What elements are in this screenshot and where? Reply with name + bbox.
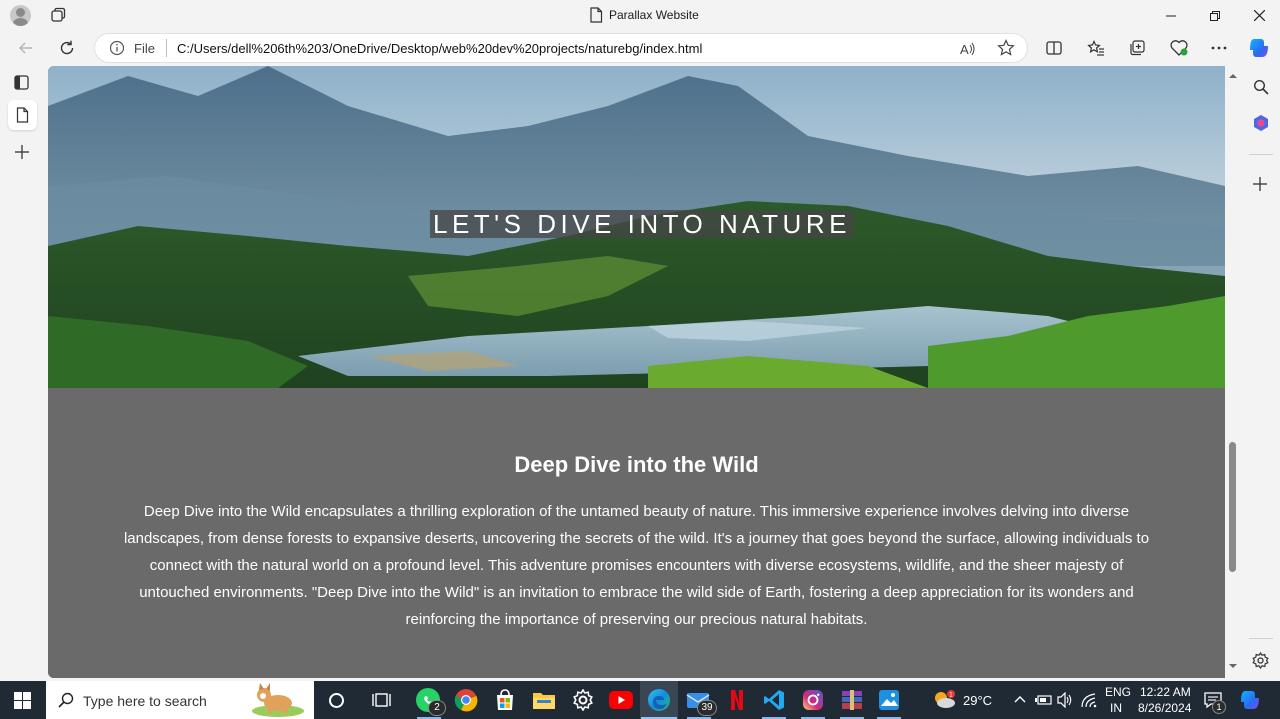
refresh-icon <box>60 40 74 55</box>
settings-gear-icon[interactable] <box>1252 652 1269 669</box>
heart-pulse-icon <box>1170 40 1188 56</box>
address-bar[interactable]: File C:/Users/dell%206th%203/OneDrive/De… <box>94 33 1028 63</box>
clock-time[interactable]: 12:22 AM <box>1140 685 1191 699</box>
refresh-button[interactable] <box>53 34 81 62</box>
close-icon <box>1253 10 1265 21</box>
back-arrow-icon <box>19 42 32 54</box>
section-paragraph: Deep Dive into the Wild encapsulates a t… <box>123 503 1150 628</box>
navigation-bar: File C:/Users/dell%206th%203/OneDrive/De… <box>0 31 1280 65</box>
close-button[interactable] <box>1236 0 1280 31</box>
page-viewport: LET'S DIVE INTO NATURE Deep Dive into th… <box>48 66 1225 678</box>
sidebar-divider-bottom <box>1249 638 1273 639</box>
search-icon[interactable] <box>1253 79 1269 95</box>
split-screen-icon <box>1046 41 1062 55</box>
add-sidebar-app-icon[interactable] <box>1253 177 1267 191</box>
taskbar-search-icon <box>58 692 74 708</box>
right-sidebar <box>1241 65 1280 681</box>
svg-text:A: A <box>960 42 969 57</box>
hero-title: LET'S DIVE INTO NATURE <box>430 210 854 238</box>
sidebar-divider <box>1249 154 1273 155</box>
content-section: Deep Dive into the Wild Deep Dive into t… <box>48 388 1225 678</box>
volume-icon[interactable] <box>1056 692 1074 708</box>
copilot-taskbar-icon[interactable] <box>1239 689 1261 711</box>
vertical-tab-strip <box>0 65 44 681</box>
edge-icon[interactable] <box>647 688 671 712</box>
window-title: Parallax Website <box>589 7 699 23</box>
restore-icon <box>1210 10 1220 21</box>
active-tab[interactable] <box>8 100 37 130</box>
ellipsis-icon <box>1211 46 1227 50</box>
collections-icon <box>1130 40 1145 56</box>
show-hidden-icons-chevron-icon[interactable] <box>1014 695 1026 703</box>
office-apps-icon[interactable] <box>1252 114 1270 132</box>
window-title-text: Parallax Website <box>609 8 699 22</box>
section-heading: Deep Dive into the Wild <box>514 452 759 477</box>
vscode-icon[interactable] <box>763 689 785 711</box>
vertical-scrollbar[interactable] <box>1225 66 1241 678</box>
new-tab-plus-icon[interactable] <box>15 145 29 159</box>
winrar-icon[interactable] <box>840 689 864 711</box>
corgi-search-highlight-icon <box>252 683 304 717</box>
netflix-icon[interactable] <box>729 689 745 711</box>
title-bar: Parallax Website <box>0 0 1280 31</box>
minimize-icon <box>1166 15 1176 16</box>
page-document-icon <box>590 7 603 23</box>
workspaces-icon[interactable] <box>50 7 66 23</box>
hero-section: LET'S DIVE INTO NATURE <box>48 66 1225 388</box>
back-button[interactable] <box>12 34 40 62</box>
language-code[interactable]: ENG <box>1105 685 1131 699</box>
browser-essentials-button[interactable] <box>1166 35 1192 61</box>
chrome-icon[interactable] <box>454 688 478 712</box>
photos-icon[interactable] <box>878 689 900 711</box>
microsoft-store-icon[interactable] <box>493 688 517 712</box>
instagram-icon[interactable] <box>802 689 824 711</box>
wifi-icon[interactable] <box>1080 692 1098 708</box>
battery-icon[interactable] <box>1034 693 1052 707</box>
task-view-icon[interactable] <box>372 691 391 709</box>
address-divider <box>166 39 167 57</box>
taskbar-search-placeholder[interactable]: Type here to search <box>83 693 207 709</box>
windows-taskbar: Type here to search 2 39 1 29°C ENG IN 1… <box>0 681 1280 719</box>
scroll-down-arrow-icon[interactable] <box>1228 662 1238 670</box>
cortana-icon[interactable] <box>328 692 345 709</box>
split-screen-button[interactable] <box>1041 35 1067 61</box>
copilot-icon <box>1250 39 1268 57</box>
file-explorer-icon[interactable] <box>532 689 556 711</box>
info-icon[interactable] <box>109 40 125 56</box>
copilot-button[interactable] <box>1246 35 1272 61</box>
favorites-button[interactable] <box>1083 35 1109 61</box>
restore-button[interactable] <box>1192 0 1238 31</box>
clock-date[interactable]: 8/26/2024 <box>1138 701 1191 715</box>
page-tab-icon <box>16 107 29 123</box>
url-text[interactable]: C:/Users/dell%206th%203/OneDrive/Desktop… <box>177 41 702 56</box>
favorite-star-icon[interactable] <box>997 39 1015 57</box>
scrollbar-thumb[interactable] <box>1229 442 1236 572</box>
minimize-button[interactable] <box>1148 0 1194 31</box>
notifications-badge: 1 <box>1212 700 1226 714</box>
collections-button[interactable] <box>1124 35 1150 61</box>
taskbar-search-box[interactable]: Type here to search <box>46 681 314 719</box>
more-options-button[interactable] <box>1206 35 1232 61</box>
settings-app-icon[interactable] <box>572 689 594 711</box>
weather-temperature[interactable]: 29°C <box>963 693 992 708</box>
language-region[interactable]: IN <box>1110 701 1122 715</box>
mail-badge: 39 <box>697 700 717 716</box>
read-aloud-icon[interactable]: A <box>959 40 977 58</box>
favorites-list-icon <box>1087 40 1104 56</box>
profile-avatar-icon[interactable] <box>10 5 31 26</box>
whatsapp-badge: 2 <box>428 700 446 716</box>
scheme-label[interactable]: File <box>134 41 155 56</box>
tab-actions-icon[interactable] <box>14 75 29 90</box>
weather-cloudy-icon[interactable]: 1 <box>932 690 956 710</box>
youtube-icon[interactable] <box>609 691 633 709</box>
windows-start-icon[interactable] <box>14 692 31 709</box>
scroll-up-arrow-icon[interactable] <box>1228 72 1238 80</box>
